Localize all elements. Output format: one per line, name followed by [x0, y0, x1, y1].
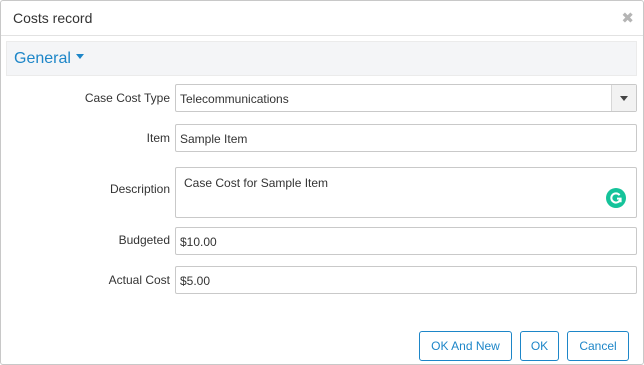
budgeted-value: $10.00 [180, 235, 217, 249]
section-title[interactable]: General [14, 50, 71, 68]
general-section-header[interactable]: General [6, 41, 637, 76]
costs-record-dialog: Costs record ✖ General Case Cost Type Te… [0, 0, 644, 365]
actual-cost-field[interactable]: $5.00 [175, 266, 637, 294]
grammarly-icon[interactable] [606, 188, 626, 208]
description-label: Description [109, 182, 170, 196]
close-icon[interactable]: ✖ [621, 11, 634, 26]
caret-down-icon[interactable] [76, 54, 84, 59]
dropdown-button[interactable] [611, 85, 636, 111]
case-cost-type-label: Case Cost Type [84, 91, 170, 105]
item-value: Sample Item [180, 132, 248, 146]
dialog-title: Costs record [13, 10, 93, 26]
case-cost-type-value: Telecommunications [180, 92, 289, 106]
dialog-titlebar: Costs record ✖ [1, 1, 643, 36]
item-label: Item [146, 131, 170, 145]
ok-button[interactable]: OK [520, 331, 559, 361]
ok-and-new-button[interactable]: OK And New [419, 331, 512, 361]
item-field[interactable]: Sample Item [175, 124, 637, 152]
cancel-button[interactable]: Cancel [567, 331, 629, 361]
budgeted-field[interactable]: $10.00 [175, 227, 637, 255]
actual-cost-value: $5.00 [180, 274, 211, 288]
actual-cost-label: Actual Cost [108, 273, 170, 287]
budgeted-label: Budgeted [118, 233, 170, 247]
case-cost-type-select[interactable]: Telecommunications [175, 84, 637, 112]
chevron-down-icon [620, 96, 628, 101]
description-value: Case Cost for Sample Item [184, 176, 329, 190]
description-textarea[interactable]: Case Cost for Sample Item [175, 167, 637, 218]
